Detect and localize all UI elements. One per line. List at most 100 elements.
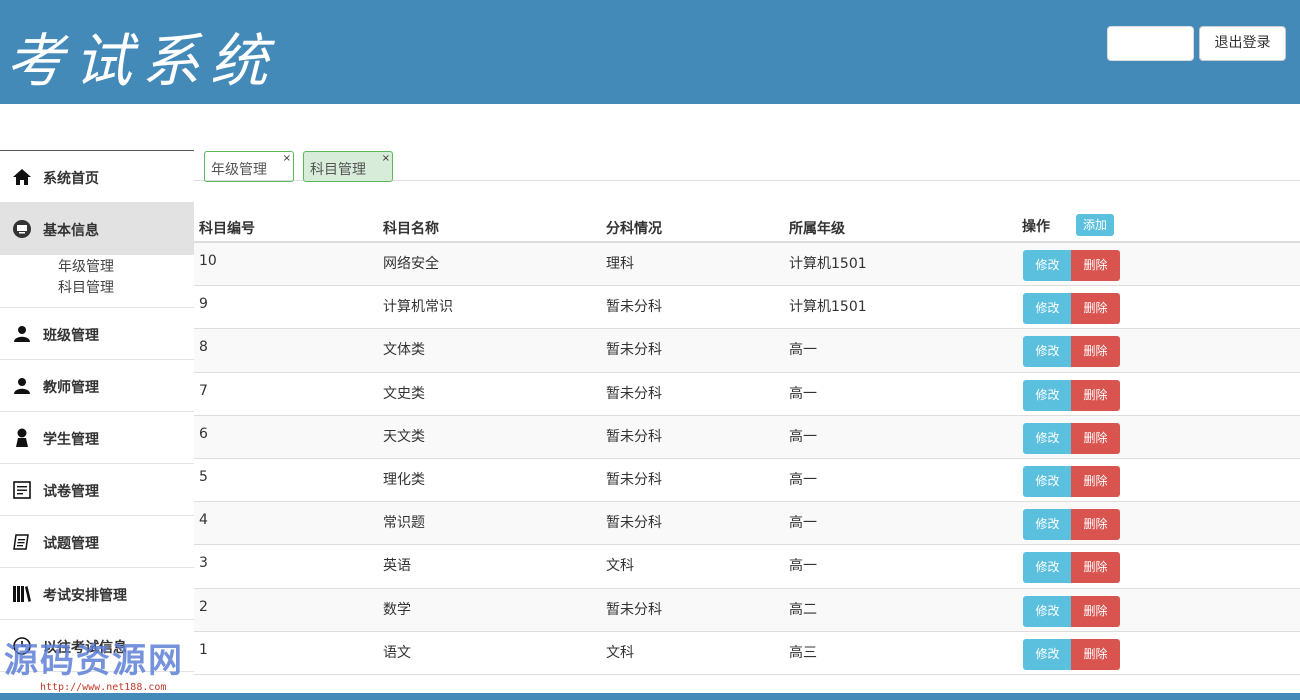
edit-button[interactable]: 修改	[1023, 293, 1072, 325]
cell-category: 暂未分科	[606, 515, 662, 532]
sidebar-subitem-grade[interactable]: 年级管理	[0, 257, 194, 278]
table-body: 10 网络安全 理科 计算机1501 修改 删除 9 计算机常识 暂未分科 计算机1501 修改 删除…	[194, 243, 1300, 675]
table-row: 8 文体类 暂未分科 高一 修改 删除	[194, 329, 1300, 373]
cell-category: 暂未分科	[606, 299, 662, 316]
cell-subject-name: 英语	[383, 558, 411, 575]
tab-subject-management[interactable]: 科目管理 ×	[303, 151, 393, 182]
cell-subject-id: 5	[199, 468, 208, 485]
sidebar-item-exam-paper[interactable]: 试卷管理	[0, 464, 194, 516]
cell-category: 文科	[606, 644, 634, 661]
cell-grade: 高一	[789, 428, 817, 445]
delete-button[interactable]: 删除	[1071, 465, 1120, 497]
edit-button[interactable]: 修改	[1023, 595, 1072, 627]
home-icon	[13, 169, 31, 185]
cell-subject-name: 数学	[383, 601, 411, 618]
cell-grade: 高三	[789, 644, 817, 661]
cell-subject-name: 天文类	[383, 428, 425, 445]
cell-grade: 高一	[789, 385, 817, 402]
monitor-icon	[13, 220, 31, 238]
table-row: 3 英语 文科 高一 修改 删除	[194, 545, 1300, 589]
cell-subject-name: 计算机常识	[383, 299, 453, 316]
edit-button[interactable]: 修改	[1023, 465, 1072, 497]
tab-grade-management[interactable]: 年级管理 ×	[204, 151, 294, 182]
user-icon	[16, 428, 28, 447]
cell-subject-id: 6	[199, 425, 208, 442]
delete-button[interactable]: 删除	[1071, 422, 1120, 454]
table-row: 1 语文 文科 高三 修改 删除	[194, 632, 1300, 675]
cell-subject-name: 常识题	[383, 515, 425, 532]
sidebar-item-label: 班级管理	[43, 328, 99, 344]
close-icon[interactable]: ×	[283, 153, 291, 164]
sidebar-submenu: 年级管理 科目管理	[0, 255, 194, 308]
table-header: 科目编号 科目名称 分科情况 所属年级 操作 添加	[194, 200, 1300, 243]
cell-subject-name: 网络安全	[383, 256, 439, 272]
delete-button[interactable]: 删除	[1071, 336, 1120, 368]
table-row: 6 天文类 暂未分科 高一 修改 删除	[194, 415, 1300, 459]
sidebar-item-home[interactable]: 系统首页	[0, 151, 194, 203]
delete-button[interactable]: 删除	[1071, 250, 1120, 281]
cell-subject-id: 1	[199, 641, 208, 658]
sidebar-item-label: 基本信息	[43, 223, 99, 239]
document-icon	[13, 534, 29, 550]
table-row: 2 数学 暂未分科 高二 修改 删除	[194, 588, 1300, 632]
sidebar-item-basic-info[interactable]: 基本信息	[0, 203, 194, 255]
edit-button[interactable]: 修改	[1023, 552, 1072, 584]
table-row: 9 计算机常识 暂未分科 计算机1501 修改 删除	[194, 286, 1300, 330]
column-header: 科目名称	[383, 221, 439, 237]
table-row: 5 理化类 暂未分科 高一 修改 删除	[194, 459, 1300, 503]
cell-subject-id: 2	[199, 598, 208, 615]
cell-subject-name: 文史类	[383, 385, 425, 402]
delete-button[interactable]: 删除	[1071, 638, 1120, 670]
logout-button[interactable]: 退出登录	[1199, 26, 1286, 61]
table-row: 4 常识题 暂未分科 高一 修改 删除	[194, 502, 1300, 546]
edit-button[interactable]: 修改	[1023, 379, 1072, 411]
column-header: 分科情况	[606, 221, 662, 237]
sidebar-item-teacher[interactable]: 教师管理	[0, 360, 194, 412]
add-button[interactable]: 添加	[1076, 214, 1114, 236]
edit-button[interactable]: 修改	[1023, 422, 1072, 454]
sidebar-item-label: 学生管理	[43, 432, 99, 448]
list-icon	[13, 481, 31, 499]
delete-button[interactable]: 删除	[1071, 293, 1120, 325]
cell-subject-id: 3	[199, 555, 208, 572]
user-button[interactable]	[1107, 26, 1194, 61]
cell-category: 暂未分科	[606, 601, 662, 618]
users-icon	[14, 378, 30, 394]
cell-subject-id: 9	[199, 296, 208, 313]
sidebar-item-label: 考试安排管理	[43, 588, 127, 604]
sidebar-item-student[interactable]: 学生管理	[0, 412, 194, 464]
sidebar-item-schedule[interactable]: 考试安排管理	[0, 568, 194, 620]
edit-button[interactable]: 修改	[1023, 336, 1072, 368]
cell-subject-name: 文体类	[383, 342, 425, 359]
edit-button[interactable]: 修改	[1023, 250, 1072, 281]
cell-grade: 高一	[789, 471, 817, 488]
cell-grade: 高一	[789, 515, 817, 532]
cell-subject-id: 8	[199, 339, 208, 356]
cell-category: 暂未分科	[606, 471, 662, 488]
cell-category: 文科	[606, 558, 634, 575]
subject-table: 科目编号 科目名称 分科情况 所属年级 操作 添加 10 网络安全 理科 计算机150…	[194, 200, 1300, 675]
app-title: 考试系统	[6, 27, 279, 95]
watermark-url: http://www.net188.com	[40, 682, 167, 693]
tab-bar: 年级管理 × 科目管理 ×	[194, 150, 1300, 182]
books-icon	[13, 586, 31, 602]
sidebar-item-questions[interactable]: 试题管理	[0, 516, 194, 568]
delete-button[interactable]: 删除	[1071, 379, 1120, 411]
cell-subject-id: 7	[199, 382, 208, 399]
sidebar-item-label: 试题管理	[43, 536, 99, 552]
edit-button[interactable]: 修改	[1023, 509, 1072, 541]
cell-category: 暂未分科	[606, 428, 662, 445]
table-row: 10 网络安全 理科 计算机1501 修改 删除	[194, 243, 1300, 287]
edit-button[interactable]: 修改	[1023, 638, 1072, 670]
tab-label: 年级管理	[211, 162, 267, 178]
table-row: 7 文史类 暂未分科 高一 修改 删除	[194, 373, 1300, 416]
delete-button[interactable]: 删除	[1071, 509, 1120, 541]
delete-button[interactable]: 删除	[1071, 552, 1120, 584]
sidebar-item-class[interactable]: 班级管理	[0, 308, 194, 360]
delete-button[interactable]: 删除	[1071, 595, 1120, 627]
close-icon[interactable]: ×	[382, 153, 390, 164]
cell-subject-name: 语文	[383, 644, 411, 661]
sidebar-subitem-subject[interactable]: 科目管理	[0, 278, 194, 299]
header-bar: 考试系统 退出登录	[0, 0, 1300, 104]
column-header: 科目编号	[199, 221, 255, 237]
